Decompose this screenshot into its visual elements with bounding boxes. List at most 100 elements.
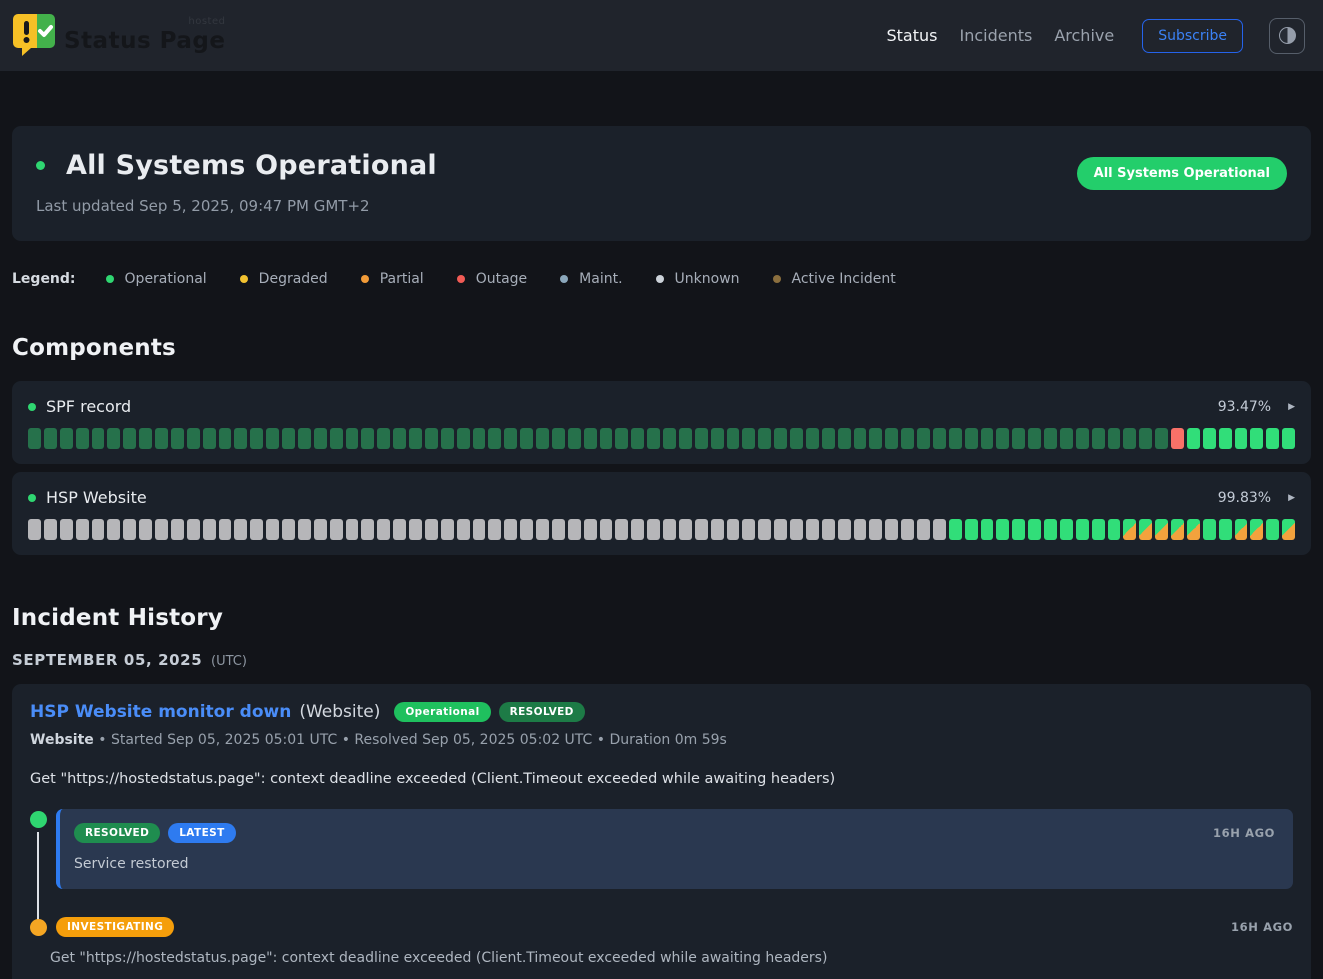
uptime-bar-nodata[interactable] — [679, 519, 692, 540]
uptime-bar-mixed[interactable] — [1171, 519, 1184, 540]
uptime-bar-mixed[interactable] — [1235, 519, 1248, 540]
uptime-bar-nodata[interactable] — [854, 519, 867, 540]
chevron-right-icon[interactable]: ▶ — [1288, 493, 1295, 503]
uptime-bar-up_old[interactable] — [600, 428, 613, 449]
uptime-bar-up_old[interactable] — [774, 428, 787, 449]
uptime-bar-nodata[interactable] — [536, 519, 549, 540]
uptime-bar-up_old[interactable] — [1092, 428, 1105, 449]
uptime-bar-nodata[interactable] — [266, 519, 279, 540]
uptime-bar-up_old[interactable] — [711, 428, 724, 449]
uptime-bar-up_old[interactable] — [949, 428, 962, 449]
brand-logo[interactable]: hosted Status Page — [12, 11, 225, 61]
uptime-bar-up_old[interactable] — [917, 428, 930, 449]
uptime-bar-nodata[interactable] — [155, 519, 168, 540]
uptime-bar-up_old[interactable] — [425, 428, 438, 449]
uptime-bar-up_old[interactable] — [1044, 428, 1057, 449]
uptime-bar-nodata[interactable] — [901, 519, 914, 540]
uptime-bar-nodata[interactable] — [568, 519, 581, 540]
uptime-bar-up_old[interactable] — [488, 428, 501, 449]
uptime-bar-up_old[interactable] — [822, 428, 835, 449]
uptime-bar-up[interactable] — [1076, 519, 1089, 540]
uptime-bar-nodata[interactable] — [790, 519, 803, 540]
uptime-bar-up_old[interactable] — [933, 428, 946, 449]
uptime-bar-nodata[interactable] — [139, 519, 152, 540]
uptime-bar-up_old[interactable] — [552, 428, 565, 449]
uptime-bar-up_old[interactable] — [250, 428, 263, 449]
uptime-bar-up_old[interactable] — [854, 428, 867, 449]
uptime-bar-up_old[interactable] — [92, 428, 105, 449]
uptime-bar-mixed[interactable] — [1282, 519, 1295, 540]
uptime-bar-nodata[interactable] — [361, 519, 374, 540]
uptime-bar-nodata[interactable] — [219, 519, 232, 540]
uptime-bar-up_old[interactable] — [330, 428, 343, 449]
uptime-bar-up[interactable] — [1187, 428, 1200, 449]
uptime-bar-nodata[interactable] — [885, 519, 898, 540]
uptime-bar-nodata[interactable] — [663, 519, 676, 540]
uptime-bar-up_old[interactable] — [615, 428, 628, 449]
uptime-bar-up_old[interactable] — [393, 428, 406, 449]
uptime-bar-nodata[interactable] — [425, 519, 438, 540]
uptime-bar-up[interactable] — [1219, 428, 1232, 449]
uptime-bar-nodata[interactable] — [250, 519, 263, 540]
uptime-bar-nodata[interactable] — [314, 519, 327, 540]
uptime-bar-up_old[interactable] — [584, 428, 597, 449]
uptime-bar-nodata[interactable] — [28, 519, 41, 540]
uptime-bar-mixed[interactable] — [1250, 519, 1263, 540]
incident-title-link[interactable]: HSP Website monitor down — [30, 702, 291, 722]
uptime-bar-up_old[interactable] — [631, 428, 644, 449]
uptime-bar-up_old[interactable] — [996, 428, 1009, 449]
uptime-bar-nodata[interactable] — [171, 519, 184, 540]
uptime-bar-nodata[interactable] — [822, 519, 835, 540]
uptime-bar-up_old[interactable] — [790, 428, 803, 449]
uptime-bar-up[interactable] — [1012, 519, 1025, 540]
uptime-bar-nodata[interactable] — [92, 519, 105, 540]
uptime-bar-nodata[interactable] — [60, 519, 73, 540]
uptime-bar-up_old[interactable] — [234, 428, 247, 449]
uptime-bar-nodata[interactable] — [282, 519, 295, 540]
uptime-bar-nodata[interactable] — [44, 519, 57, 540]
uptime-bar-up_old[interactable] — [314, 428, 327, 449]
uptime-bar-up_old[interactable] — [663, 428, 676, 449]
uptime-bar-nodata[interactable] — [203, 519, 216, 540]
uptime-bar-nodata[interactable] — [933, 519, 946, 540]
nav-link-incidents[interactable]: Incidents — [959, 26, 1032, 45]
uptime-bar-up_old[interactable] — [742, 428, 755, 449]
uptime-bar-up[interactable] — [1060, 519, 1073, 540]
uptime-bar-nodata[interactable] — [869, 519, 882, 540]
subscribe-button[interactable]: Subscribe — [1142, 19, 1243, 53]
uptime-bar-up[interactable] — [1203, 428, 1216, 449]
uptime-bar-up[interactable] — [1235, 428, 1248, 449]
uptime-bar-nodata[interactable] — [393, 519, 406, 540]
uptime-bar-up_old[interactable] — [171, 428, 184, 449]
uptime-bar-nodata[interactable] — [917, 519, 930, 540]
uptime-bar-up[interactable] — [981, 519, 994, 540]
uptime-bar-up_old[interactable] — [679, 428, 692, 449]
uptime-bar-mixed[interactable] — [1139, 519, 1152, 540]
uptime-bar-nodata[interactable] — [552, 519, 565, 540]
uptime-bar-nodata[interactable] — [584, 519, 597, 540]
uptime-bar-up[interactable] — [1266, 428, 1279, 449]
uptime-bar-up_old[interactable] — [473, 428, 486, 449]
uptime-bar-nodata[interactable] — [600, 519, 613, 540]
uptime-bar-up_old[interactable] — [187, 428, 200, 449]
uptime-bar-up_old[interactable] — [219, 428, 232, 449]
uptime-bar-nodata[interactable] — [615, 519, 628, 540]
uptime-bar-up[interactable] — [1044, 519, 1057, 540]
theme-toggle-button[interactable] — [1269, 18, 1305, 54]
uptime-bar-up[interactable] — [1282, 428, 1295, 449]
uptime-bar-nodata[interactable] — [377, 519, 390, 540]
uptime-bar-up[interactable] — [1108, 519, 1121, 540]
uptime-bar-up_old[interactable] — [441, 428, 454, 449]
uptime-bar-nodata[interactable] — [742, 519, 755, 540]
nav-link-status[interactable]: Status — [886, 26, 937, 45]
uptime-bar-down[interactable] — [1171, 428, 1184, 449]
uptime-bar-up[interactable] — [965, 519, 978, 540]
uptime-bar-up_old[interactable] — [203, 428, 216, 449]
uptime-bar-nodata[interactable] — [346, 519, 359, 540]
uptime-bar-nodata[interactable] — [409, 519, 422, 540]
uptime-bar-nodata[interactable] — [695, 519, 708, 540]
uptime-bar-up_old[interactable] — [901, 428, 914, 449]
uptime-bar-up_old[interactable] — [568, 428, 581, 449]
uptime-bar-up_old[interactable] — [76, 428, 89, 449]
uptime-bar-up_old[interactable] — [1076, 428, 1089, 449]
